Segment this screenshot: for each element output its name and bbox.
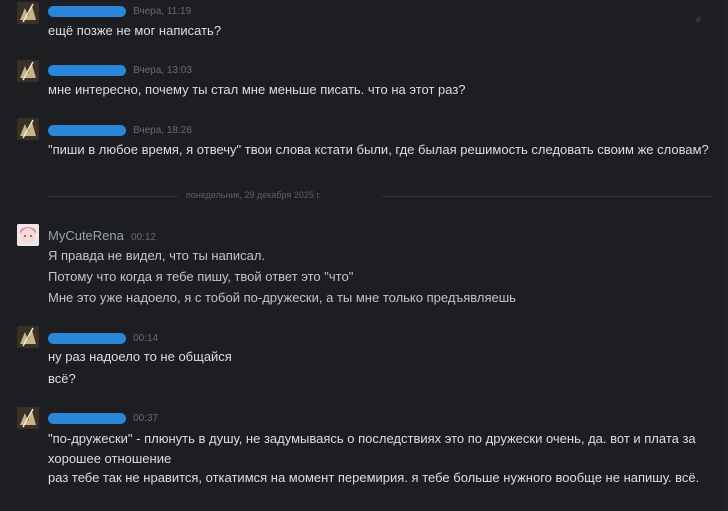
timestamp: 00:12 (130, 232, 156, 243)
avatar[interactable] (17, 2, 39, 24)
message-header: Вчера, 18:26 (48, 124, 192, 138)
redacted-username[interactable] (48, 332, 126, 344)
message-line: ну раз надоело то не общайся (48, 349, 232, 364)
timestamp: 00:37 (133, 413, 159, 424)
username[interactable]: MyCuteRena (48, 228, 124, 243)
separator-rule (48, 196, 178, 197)
timestamp: Вчера, 18:26 (133, 125, 192, 136)
avatar[interactable] (17, 224, 39, 246)
redacted-username[interactable] (48, 5, 126, 17)
date-separator: понедельник, 29 декабря 2025 г. (48, 190, 712, 202)
message-line: "пиши в любое время, я отвечу" твои слов… (48, 142, 709, 157)
message-line: всё? (48, 371, 76, 386)
chat-log: # Вчера, 11:19 ещё позже не мог написать… (0, 0, 728, 511)
message-line: ещё позже не мог написать? (48, 23, 222, 38)
redacted-username[interactable] (48, 412, 126, 424)
message-line: "по-дружески" - плюнуть в душу, не задум… (48, 431, 696, 466)
date-separator-label: понедельник, 29 декабря 2025 г. (186, 190, 322, 200)
message-line: мне интересно, почему ты стал мне меньше… (48, 82, 466, 97)
redacted-username[interactable] (48, 64, 126, 76)
redacted-username[interactable] (48, 124, 126, 136)
message-line: Я правда не видел, что ты написал. (48, 248, 266, 263)
message-header: 00:37 (48, 412, 158, 426)
avatar[interactable] (17, 407, 39, 429)
timestamp: 00:14 (133, 333, 159, 344)
message-line: Мне это уже надоело, я с тобой по-дружес… (48, 290, 516, 305)
avatar[interactable] (17, 118, 39, 140)
timestamp: Вчера, 13:03 (133, 65, 192, 76)
avatar[interactable] (17, 60, 39, 82)
message-line: раз тебе так не нравится, откатимся на м… (48, 470, 700, 485)
message-line: Потому что когда я тебе пишу, твой ответ… (48, 269, 354, 284)
message-header: Вчера, 11:19 (48, 5, 191, 19)
message-header: Вчера, 13:03 (48, 64, 192, 78)
separator-rule (382, 196, 712, 197)
message-header: 00:14 (48, 332, 158, 346)
message-header: MyCuteRena 00:12 (48, 228, 156, 243)
scrollbar[interactable] (724, 0, 728, 511)
avatar[interactable] (17, 326, 39, 348)
timestamp: Вчера, 11:19 (133, 6, 192, 17)
